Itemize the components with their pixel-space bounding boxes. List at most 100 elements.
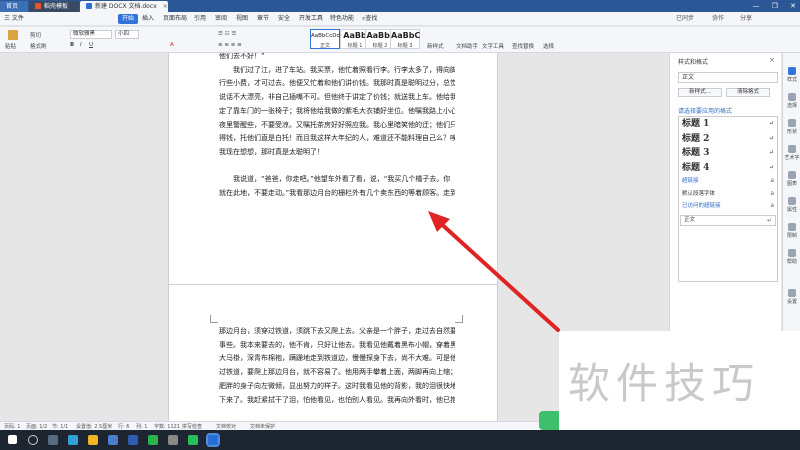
align-buttons[interactable]: ≡ ≡ ≡ ≡ [218, 42, 242, 48]
style-item-heading-1[interactable]: 标题 1 ↵ [679, 117, 777, 132]
status-pages: 页面: 1/2 [26, 424, 48, 430]
menu-special[interactable]: 特色功能 [330, 14, 354, 24]
wechat-icon[interactable] [148, 435, 158, 445]
menu-security[interactable]: 安全 [278, 14, 290, 24]
doc-helper-button[interactable]: 文档助手 [456, 42, 478, 50]
explorer-icon[interactable] [88, 435, 98, 445]
font-size-select[interactable]: 小四 [115, 30, 139, 39]
italic-button[interactable]: I [80, 42, 82, 48]
find-replace-button[interactable]: 查找替换 [512, 42, 534, 50]
style-item-heading-2[interactable]: 标题 2 ↵ [679, 132, 777, 147]
sync-status[interactable]: 已同步 [676, 14, 694, 24]
strip-styles[interactable]: 样式 [783, 67, 800, 83]
wps-writer-icon[interactable] [206, 433, 220, 447]
text-line: 过铁道，要爬上那边月台，就不容易了。他用两手攀着上面，两脚再向上缩；他 [219, 368, 455, 377]
spell-check-button[interactable]: 拼写检查 [182, 423, 202, 430]
tab-home[interactable]: 首页 [0, 1, 28, 12]
strip-properties[interactable]: 属性 [783, 197, 800, 213]
menu-section[interactable]: 章节 [257, 14, 269, 24]
strip-shape[interactable]: 形状 [783, 119, 800, 135]
page1-text[interactable]: 他们去不好！” 我们过了江，进了车站。我买票，他忙着照看行李。行李太多了，得向脚… [219, 53, 455, 201]
share-button[interactable]: 分享 [740, 14, 752, 24]
select-button[interactable]: 选择 [543, 42, 554, 50]
collab-button[interactable]: 协作 [712, 14, 724, 24]
text-line: 下来了。我赶紧拭干了泪，怕他看见，也怕别人看见。我再向外看时，他已抱了 [219, 395, 455, 404]
writer-icon [86, 3, 92, 9]
document-page-2[interactable]: 那边月台，须穿过铁道，须跳下去又爬上去。父亲是一个胖子，走过去自然要费 事些。我… [168, 284, 498, 421]
windows-start-icon[interactable] [8, 435, 17, 444]
strip-restrict[interactable]: 限制 [783, 223, 800, 239]
close-pane-icon[interactable]: × [769, 56, 775, 64]
new-style-pane-button[interactable]: 新样式... [678, 88, 722, 97]
search-button[interactable]: ⌕查找 [362, 14, 377, 24]
style-item-default-font[interactable]: 默认段落字体 a [679, 188, 777, 201]
list-buttons[interactable]: ☰ ☷ ☰ [218, 31, 236, 37]
status-words[interactable]: 字数: 1121 [154, 423, 180, 430]
bold-button[interactable]: B [70, 42, 74, 48]
text-tools-button[interactable]: 文字工具 [482, 42, 504, 50]
windows-taskbar [0, 430, 800, 450]
text-line: 夜里警醒些，不要受凉。又嘱托茶房好好照应我。我心里暗笑他的迂；他们只认 [219, 120, 455, 129]
doc-check-button[interactable]: 文档校对 [216, 423, 236, 430]
title-bar: 首页 稻壳模板 新建 DOCX 文档.docx × — ❐ ✕ [0, 0, 800, 12]
strip-settings[interactable]: 设置 [783, 289, 800, 305]
cut-button[interactable]: 剪切 [30, 31, 41, 39]
window-controls: — ❐ ✕ [742, 0, 796, 12]
doc-protect-status[interactable]: 文档未保护 [250, 423, 275, 430]
strip-chart[interactable]: 图表 [783, 171, 800, 187]
properties-icon [788, 197, 796, 205]
ribbon-toolbar: 粘贴 剪切 格式刷 微软雅黑 小四 B I U A ☰ ☷ ☰ ≡ ≡ ≡ ≡ … [0, 27, 800, 53]
menu-page-layout[interactable]: 页面布局 [163, 14, 187, 24]
search-taskbar-icon[interactable] [28, 435, 38, 445]
style-item-normal[interactable]: 正文 ↵ [680, 214, 776, 226]
text-line: 我们过了江，进了车站。我买票，他忙着照看行李。行李太多了，得向脚夫 [233, 65, 455, 74]
task-view-icon[interactable] [48, 435, 58, 445]
app-icon[interactable] [168, 435, 178, 445]
style-item-heading-3[interactable]: 标题 3 ↵ [679, 146, 777, 161]
menu-file[interactable]: 三 文件 [4, 14, 24, 24]
style-item-visited-link[interactable]: 已访问的超链接 a [679, 200, 777, 213]
strip-help[interactable]: 帮助 [783, 249, 800, 265]
menu-review[interactable]: 审阅 [215, 14, 227, 24]
shape-icon [788, 119, 796, 127]
page2-text[interactable]: 那边月台，须穿过铁道，须跳下去又爬上去。父亲是一个胖子，走过去自然要费 事些。我… [219, 325, 455, 407]
style-item-hyperlink[interactable]: 超链接 a [679, 175, 777, 188]
new-style-button[interactable]: 新样式 [427, 42, 444, 50]
menu-start[interactable]: 开始 [118, 14, 139, 24]
watermark-text: 软件技巧 [568, 359, 761, 408]
current-style-select[interactable]: 正文 [678, 72, 778, 83]
paste-icon [8, 30, 18, 40]
font-name-select[interactable]: 微软雅黑 [70, 30, 112, 39]
minimize-button[interactable]: — [752, 2, 759, 10]
font-color-button[interactable]: A [170, 42, 174, 48]
style-heading-3[interactable]: AaBbC 标题 3 [390, 29, 420, 49]
edge-icon[interactable] [68, 435, 78, 445]
docer-icon [35, 3, 41, 9]
style-normal[interactable]: AaBbCcDd 正文 [310, 29, 340, 49]
text-line: 肥胖的身子向左微倾，显出努力的样子。这时我看见他的背影，我的泪很快地流 [219, 381, 455, 390]
help-icon [788, 249, 796, 257]
app-icon[interactable] [188, 435, 198, 445]
underline-button[interactable]: U [89, 42, 93, 48]
tab-docer-templates[interactable]: 稻壳模板 [29, 1, 79, 12]
menu-dev-tools[interactable]: 开发工具 [299, 14, 323, 24]
return-icon: ↵ [768, 134, 774, 142]
strip-wordart[interactable]: 艺术字 [783, 145, 800, 161]
menu-insert[interactable]: 插入 [142, 14, 154, 24]
format-painter-button[interactable]: 格式刷 [30, 42, 47, 50]
clear-format-button[interactable]: 清除格式 [726, 88, 770, 97]
menu-view[interactable]: 视图 [236, 14, 248, 24]
cursor-icon [788, 93, 796, 101]
chart-icon [788, 171, 796, 179]
strip-select[interactable]: 选择 [783, 93, 800, 109]
floating-assistant-button[interactable] [539, 411, 559, 430]
paste-button[interactable]: 粘贴 [5, 42, 16, 50]
app-icon[interactable] [108, 435, 118, 445]
menu-reference[interactable]: 引用 [194, 14, 206, 24]
close-tab-icon[interactable]: × [163, 3, 168, 10]
photoshop-icon[interactable] [128, 435, 138, 445]
tab-document[interactable]: 新建 DOCX 文档.docx × [80, 1, 168, 12]
close-button[interactable]: ✕ [790, 2, 796, 10]
restore-button[interactable]: ❐ [772, 2, 778, 10]
style-item-heading-4[interactable]: 标题 4 ↵ [679, 161, 777, 176]
